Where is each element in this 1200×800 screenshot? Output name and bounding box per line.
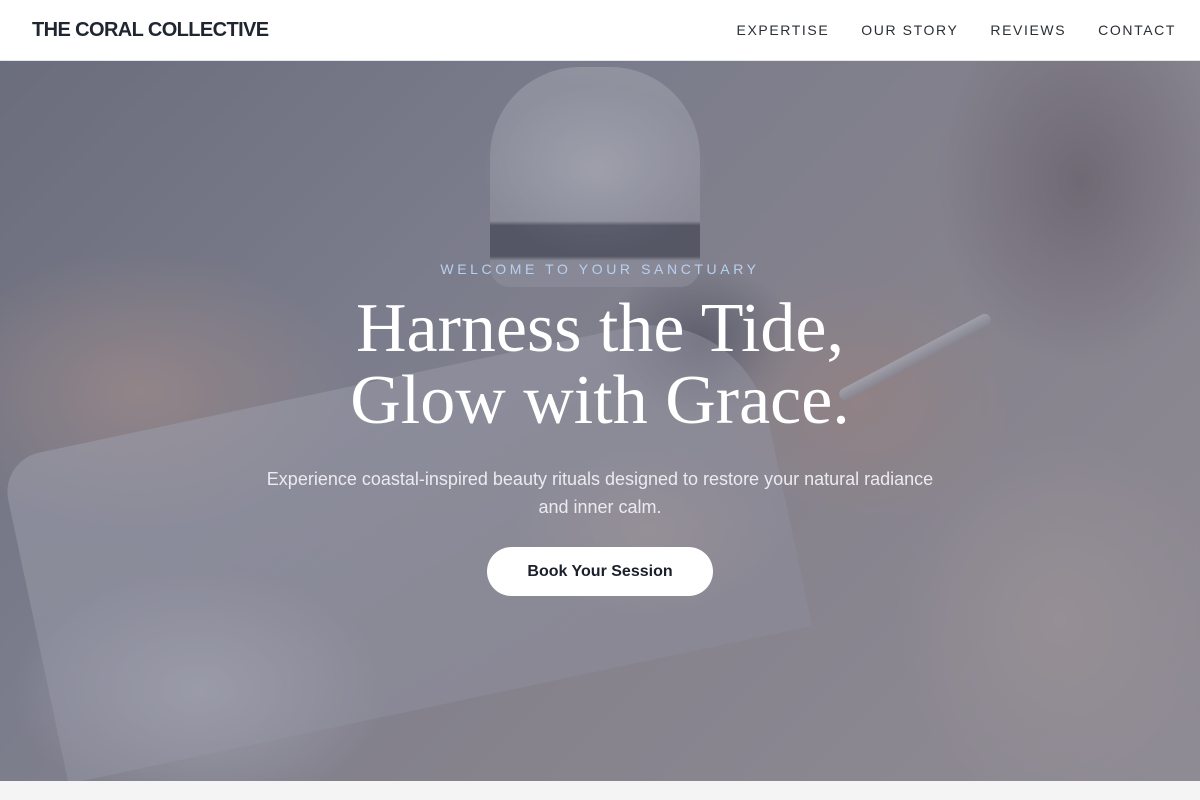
headline-line-2: Glow with Grace. (350, 362, 850, 439)
hero-eyebrow: WELCOME TO YOUR SANCTUARY (440, 261, 760, 277)
hero-section: WELCOME TO YOUR SANCTUARY Harness the Ti… (0, 61, 1200, 781)
book-session-button[interactable]: Book Your Session (487, 547, 713, 596)
nav-link-expertise[interactable]: EXPERTISE (737, 22, 830, 38)
next-section-edge (0, 781, 1200, 800)
hero-content: WELCOME TO YOUR SANCTUARY Harness the Ti… (0, 61, 1200, 781)
hero-headline: Harness the Tide, Glow with Grace. (350, 293, 850, 437)
nav-link-our-story[interactable]: OUR STORY (861, 22, 958, 38)
nav-link-contact[interactable]: CONTACT (1098, 22, 1176, 38)
hero-subtext: Experience coastal-inspired beauty ritua… (266, 469, 934, 517)
nav-link-reviews[interactable]: REVIEWS (990, 22, 1066, 38)
top-navbar: THE CORAL COLLECTIVE EXPERTISE OUR STORY… (0, 0, 1200, 61)
headline-line-1: Harness the Tide, (355, 290, 845, 367)
main-nav: EXPERTISE OUR STORY REVIEWS CONTACT (737, 22, 1176, 38)
brand-logo[interactable]: THE CORAL COLLECTIVE (32, 19, 269, 42)
